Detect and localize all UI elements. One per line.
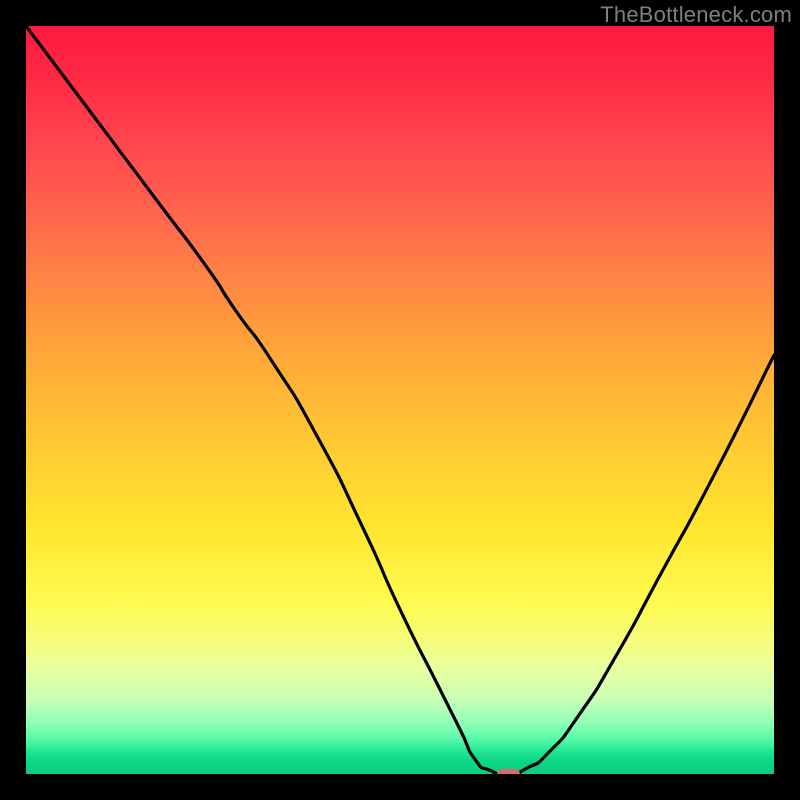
bottleneck-curve: [26, 26, 774, 774]
chart-frame: TheBottleneck.com: [0, 0, 800, 800]
plot-area: [26, 26, 774, 774]
bottleneck-marker-icon: [497, 769, 519, 774]
watermark-text: TheBottleneck.com: [600, 2, 792, 28]
